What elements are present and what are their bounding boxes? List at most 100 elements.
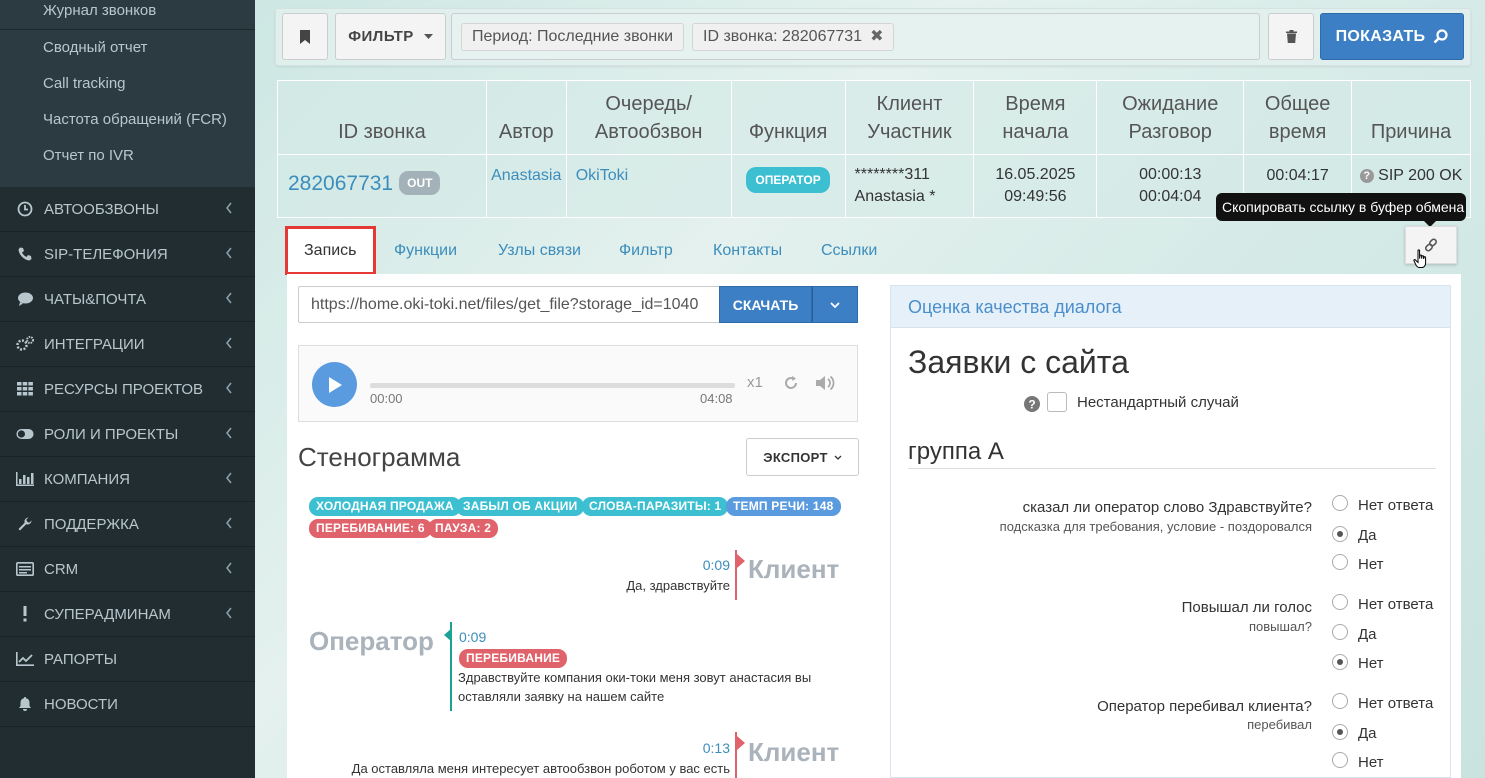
nav-support[interactable]: ПОДДЕРЖКА (0, 502, 255, 547)
clear-filter-button[interactable] (1268, 13, 1314, 60)
filter-tag-call-id[interactable]: ID звонка: 282067731 ✖ (692, 23, 895, 51)
radio-no[interactable] (1332, 752, 1348, 768)
speaker-operator: Оператор (309, 626, 434, 656)
chevron-left-icon (226, 292, 232, 304)
message-time[interactable]: 0:09 (459, 629, 486, 645)
message-time[interactable]: 0:09 (703, 557, 730, 573)
playback-speed[interactable]: x1 (747, 374, 763, 391)
radio-no-answer[interactable] (1332, 693, 1348, 709)
quality-panel: Оценка качества диалога Заявки с сайта ?… (890, 285, 1451, 778)
radio-yes[interactable] (1332, 526, 1348, 542)
nav-roles-projects[interactable]: РОЛИ И ПРОЕКТЫ (0, 412, 255, 457)
radio-label: Нет (1358, 556, 1384, 573)
chevron-down-icon (830, 301, 840, 308)
chevron-left-icon (226, 247, 232, 259)
nav-reports[interactable]: РАПОРТЫ (0, 637, 255, 682)
question-icon[interactable]: ? (1359, 168, 1374, 183)
radio-no[interactable] (1332, 554, 1348, 570)
nav-company[interactable]: КОМПАНИЯ (0, 457, 255, 502)
search-icon (1433, 29, 1448, 44)
filter-tags-input[interactable]: Период: Последние звонки ID звонка: 2820… (451, 13, 1260, 60)
record-content: https://home.oki-toki.net/files/get_file… (287, 274, 1461, 778)
sidebar: Журнал звонков Сводный отчет Call tracki… (0, 0, 255, 778)
col-header-total[interactable]: Общее время (1243, 80, 1353, 155)
col-header-reason[interactable]: Причина (1351, 80, 1471, 155)
filter-label: ФИЛЬТР (348, 28, 414, 45)
col-header-function[interactable]: Функция (730, 80, 846, 155)
filter-tag-period[interactable]: Период: Последние звонки (461, 23, 685, 51)
record-url-input[interactable]: https://home.oki-toki.net/files/get_file… (298, 286, 720, 323)
nav-news[interactable]: НОВОСТИ (0, 682, 255, 727)
sidebar-item-ivr-report[interactable]: Отчет по IVR (0, 138, 255, 174)
radio-no-answer[interactable] (1332, 594, 1348, 610)
message-text: Здравствуйте компания оки-токи меня зову… (458, 670, 812, 685)
call-id-link[interactable]: 282067731 (288, 172, 393, 195)
wait-time: 00:00:13 (1139, 165, 1202, 183)
col-header-id[interactable]: ID звонка (277, 80, 487, 155)
remove-tag-icon[interactable]: ✖ (870, 28, 883, 45)
volume-icon[interactable] (814, 373, 836, 393)
author-link[interactable]: Anastasia (491, 167, 561, 184)
col-header-author[interactable]: Автор (485, 80, 567, 155)
col-header-start[interactable]: Время начала (973, 80, 1098, 155)
participant-name: Anastasia * (854, 187, 936, 205)
message-text: Да, здравствуйте (626, 578, 730, 593)
tag-chip: ХОЛОДНАЯ ПРОДАЖА (309, 497, 461, 516)
nav-label: РАПОРТЫ (44, 650, 118, 668)
message-text: Да оставляла меня интересует автообзвон … (351, 761, 730, 776)
nav-label: ПОДДЕРЖКА (44, 515, 139, 533)
sidebar-item-summary-report[interactable]: Сводный отчет (0, 30, 255, 66)
copy-link-tooltip: Скопировать ссылку в буфер обмена (1216, 193, 1466, 227)
play-button[interactable] (312, 362, 357, 407)
col-header-client[interactable]: Клиент Участник (844, 80, 975, 155)
export-button[interactable]: ЭКСПОРТ (746, 438, 859, 476)
tab-contacts[interactable]: Контакты (713, 228, 782, 274)
filter-dropdown-button[interactable]: ФИЛЬТР (335, 13, 446, 60)
nav-superadmins[interactable]: СУПЕРАДМИНАМ (0, 592, 255, 637)
sidebar-item-fcr[interactable]: Частота обращений (FCR) (0, 102, 255, 138)
nav-label: АВТООБЗВОНЫ (44, 200, 159, 218)
nav-chats-mail[interactable]: ЧАТЫ&ПОЧТА (0, 277, 255, 322)
radio-yes[interactable] (1332, 724, 1348, 740)
help-icon[interactable]: ? (1024, 396, 1040, 412)
tab-nodes[interactable]: Узлы связи (498, 228, 581, 274)
tab-functions[interactable]: Функции (394, 228, 457, 274)
nav-integrations[interactable]: ИНТЕГРАЦИИ (0, 322, 255, 367)
queue-link[interactable]: OkiToki (576, 167, 628, 184)
sidebar-item-call-tracking[interactable]: Call tracking (0, 66, 255, 102)
nav-label: РОЛИ И ПРОЕКТЫ (44, 425, 179, 443)
chevron-left-icon (226, 562, 232, 574)
download-options-button[interactable] (812, 286, 858, 323)
show-button[interactable]: ПОКАЗАТЬ (1320, 13, 1464, 60)
message-time[interactable]: 0:13 (703, 740, 730, 756)
sidebar-fill (0, 727, 255, 778)
download-button[interactable]: СКАЧАТЬ (719, 286, 812, 323)
col-header-queue[interactable]: Очередь/Автообзвон (565, 80, 732, 155)
radio-yes[interactable] (1332, 624, 1348, 640)
repeat-icon[interactable] (781, 373, 801, 393)
question-hint: подсказка для требования, условие - позд… (999, 519, 1312, 534)
table-header-row: ID звонка Автор Очередь/Автообзвон Функц… (277, 80, 1471, 155)
chevron-left-icon (226, 427, 232, 439)
nav-crm[interactable]: CRM (0, 547, 255, 592)
radio-no-answer[interactable] (1332, 495, 1348, 511)
nonstandard-checkbox[interactable] (1047, 392, 1067, 412)
tag-chip: ПАУЗА: 2 (428, 519, 499, 538)
radio-no[interactable] (1332, 654, 1348, 670)
bookmark-button[interactable] (282, 13, 328, 60)
tab-filter[interactable]: Фильтр (619, 228, 673, 274)
sidebar-item-call-log[interactable]: Журнал звонков (0, 0, 255, 29)
tab-record[interactable]: Запись (285, 226, 376, 275)
tab-links[interactable]: Ссылки (821, 228, 877, 274)
nav-project-resources[interactable]: РЕСУРСЫ ПРОЕКТОВ (0, 367, 255, 412)
bell-icon (16, 695, 34, 713)
nav-sip[interactable]: SIP-ТЕЛЕФОНИЯ (0, 232, 255, 277)
nav-autocalls[interactable]: АВТООБЗВОНЫ (0, 187, 255, 232)
operator-message-line (450, 622, 452, 711)
current-time: 00:00 (370, 391, 403, 406)
quality-form-title: Заявки с сайта (908, 344, 1129, 380)
trash-icon (1285, 30, 1297, 43)
col-header-wait[interactable]: Ожидание Разговор (1096, 80, 1245, 155)
filter-bar: ФИЛЬТР Период: Последние звонки ID звонк… (275, 8, 1471, 66)
progress-bar[interactable] (370, 383, 735, 388)
